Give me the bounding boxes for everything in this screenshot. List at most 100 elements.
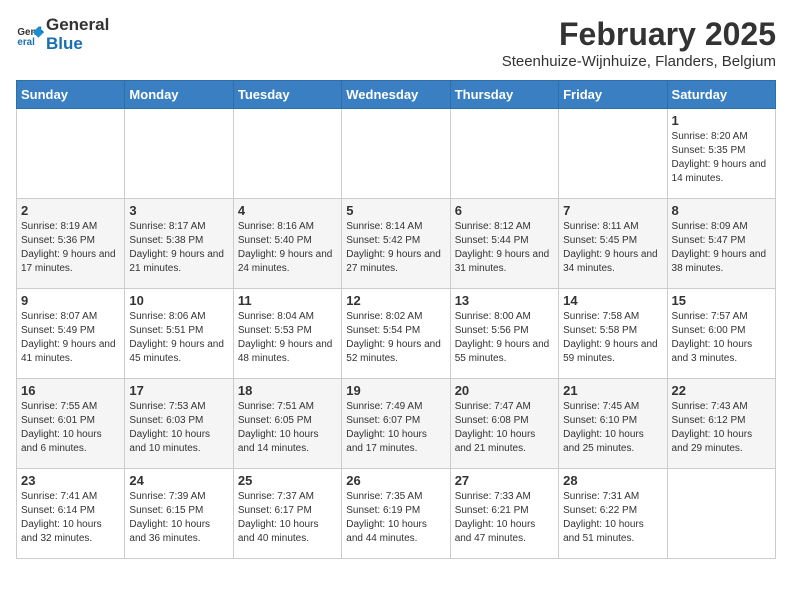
day-number: 19 <box>346 383 445 398</box>
title-area: February 2025 Steenhuize-Wijnhuize, Flan… <box>502 16 776 70</box>
day-info: Sunrise: 8:19 AM Sunset: 5:36 PM Dayligh… <box>21 220 120 276</box>
day-info: Sunrise: 7:43 AM Sunset: 6:12 PM Dayligh… <box>672 400 771 456</box>
day-number: 8 <box>672 203 771 218</box>
calendar-cell: 26 Sunrise: 7:35 AM Sunset: 6:19 PM Dayli… <box>342 469 450 559</box>
calendar-cell: 22 Sunrise: 7:43 AM Sunset: 6:12 PM Dayli… <box>667 379 775 469</box>
calendar-cell: 25Sunrise: 7:37 AM Sunset: 6:17 PM Dayli… <box>233 469 341 559</box>
calendar-week-1: 1Sunrise: 8:20 AM Sunset: 5:35 PM Daylig… <box>17 109 776 199</box>
day-info: Sunrise: 8:14 AM Sunset: 5:42 PM Dayligh… <box>346 220 445 276</box>
day-info: Sunrise: 8:00 AM Sunset: 5:56 PM Dayligh… <box>455 310 554 366</box>
day-number: 2 <box>21 203 120 218</box>
calendar-cell: 21 Sunrise: 7:45 AM Sunset: 6:10 PM Dayli… <box>559 379 667 469</box>
day-info: Sunrise: 8:04 AM Sunset: 5:53 PM Dayligh… <box>238 310 337 366</box>
calendar-cell: 10Sunrise: 8:06 AM Sunset: 5:51 PM Dayli… <box>125 289 233 379</box>
calendar-cell <box>667 469 775 559</box>
calendar-cell: 5 Sunrise: 8:14 AM Sunset: 5:42 PM Daylig… <box>342 199 450 289</box>
day-info: Sunrise: 7:51 AM Sunset: 6:05 PM Dayligh… <box>238 400 337 456</box>
day-info: Sunrise: 8:12 AM Sunset: 5:44 PM Dayligh… <box>455 220 554 276</box>
calendar-cell: 13 Sunrise: 8:00 AM Sunset: 5:56 PM Dayli… <box>450 289 558 379</box>
calendar-body: 1Sunrise: 8:20 AM Sunset: 5:35 PM Daylig… <box>17 109 776 559</box>
day-info: Sunrise: 7:57 AM Sunset: 6:00 PM Dayligh… <box>672 310 771 366</box>
calendar-cell: 16 Sunrise: 7:55 AM Sunset: 6:01 PM Dayli… <box>17 379 125 469</box>
day-number: 4 <box>238 203 337 218</box>
col-tuesday: Tuesday <box>233 81 341 109</box>
day-number: 28 <box>563 473 662 488</box>
calendar-cell: 8 Sunrise: 8:09 AM Sunset: 5:47 PM Daylig… <box>667 199 775 289</box>
calendar-cell: 19 Sunrise: 7:49 AM Sunset: 6:07 PM Dayli… <box>342 379 450 469</box>
calendar-cell: 2 Sunrise: 8:19 AM Sunset: 5:36 PM Daylig… <box>17 199 125 289</box>
day-info: Sunrise: 8:09 AM Sunset: 5:47 PM Dayligh… <box>672 220 771 276</box>
day-number: 11 <box>238 293 337 308</box>
day-number: 18 <box>238 383 337 398</box>
calendar-cell: 23Sunrise: 7:41 AM Sunset: 6:14 PM Dayli… <box>17 469 125 559</box>
calendar-cell <box>559 109 667 199</box>
day-number: 26 <box>346 473 445 488</box>
day-info: Sunrise: 7:45 AM Sunset: 6:10 PM Dayligh… <box>563 400 662 456</box>
calendar-cell <box>17 109 125 199</box>
day-number: 27 <box>455 473 554 488</box>
day-info: Sunrise: 7:41 AM Sunset: 6:14 PM Dayligh… <box>21 490 120 546</box>
day-info: Sunrise: 7:49 AM Sunset: 6:07 PM Dayligh… <box>346 400 445 456</box>
calendar-cell: 1Sunrise: 8:20 AM Sunset: 5:35 PM Daylig… <box>667 109 775 199</box>
subtitle: Steenhuize-Wijnhuize, Flanders, Belgium <box>502 53 776 70</box>
day-info: Sunrise: 8:17 AM Sunset: 5:38 PM Dayligh… <box>129 220 228 276</box>
calendar-header: Sunday Monday Tuesday Wednesday Thursday… <box>17 81 776 109</box>
col-sunday: Sunday <box>17 81 125 109</box>
calendar-cell: 9 Sunrise: 8:07 AM Sunset: 5:49 PM Daylig… <box>17 289 125 379</box>
calendar-cell: 24 Sunrise: 7:39 AM Sunset: 6:15 PM Dayli… <box>125 469 233 559</box>
calendar-cell: 4 Sunrise: 8:16 AM Sunset: 5:40 PM Daylig… <box>233 199 341 289</box>
day-info: Sunrise: 8:11 AM Sunset: 5:45 PM Dayligh… <box>563 220 662 276</box>
day-info: Sunrise: 7:53 AM Sunset: 6:03 PM Dayligh… <box>129 400 228 456</box>
calendar-week-4: 16 Sunrise: 7:55 AM Sunset: 6:01 PM Dayli… <box>17 379 776 469</box>
day-number: 20 <box>455 383 554 398</box>
day-number: 10 <box>129 293 228 308</box>
day-info: Sunrise: 7:55 AM Sunset: 6:01 PM Dayligh… <box>21 400 120 456</box>
day-number: 24 <box>129 473 228 488</box>
calendar-cell: 3 Sunrise: 8:17 AM Sunset: 5:38 PM Daylig… <box>125 199 233 289</box>
calendar-cell: 20 Sunrise: 7:47 AM Sunset: 6:08 PM Dayli… <box>450 379 558 469</box>
day-info: Sunrise: 8:16 AM Sunset: 5:40 PM Dayligh… <box>238 220 337 276</box>
day-info: Sunrise: 7:47 AM Sunset: 6:08 PM Dayligh… <box>455 400 554 456</box>
calendar-cell <box>342 109 450 199</box>
day-number: 14 <box>563 293 662 308</box>
day-number: 13 <box>455 293 554 308</box>
calendar-week-3: 9 Sunrise: 8:07 AM Sunset: 5:49 PM Daylig… <box>17 289 776 379</box>
calendar-cell <box>125 109 233 199</box>
day-info: Sunrise: 7:35 AM Sunset: 6:19 PM Dayligh… <box>346 490 445 546</box>
day-number: 3 <box>129 203 228 218</box>
day-number: 25 <box>238 473 337 488</box>
day-number: 17 <box>129 383 228 398</box>
col-wednesday: Wednesday <box>342 81 450 109</box>
calendar-cell: 28Sunrise: 7:31 AM Sunset: 6:22 PM Dayli… <box>559 469 667 559</box>
calendar-cell: 15 Sunrise: 7:57 AM Sunset: 6:00 PM Dayli… <box>667 289 775 379</box>
day-number: 22 <box>672 383 771 398</box>
col-thursday: Thursday <box>450 81 558 109</box>
header: Gen eral General Blue February 2025 Stee… <box>16 16 776 70</box>
day-info: Sunrise: 7:39 AM Sunset: 6:15 PM Dayligh… <box>129 490 228 546</box>
day-number: 12 <box>346 293 445 308</box>
calendar-cell: 12Sunrise: 8:02 AM Sunset: 5:54 PM Dayli… <box>342 289 450 379</box>
col-monday: Monday <box>125 81 233 109</box>
day-number: 16 <box>21 383 120 398</box>
svg-text:eral: eral <box>17 36 35 47</box>
col-friday: Friday <box>559 81 667 109</box>
col-saturday: Saturday <box>667 81 775 109</box>
day-number: 9 <box>21 293 120 308</box>
calendar-cell: 18 Sunrise: 7:51 AM Sunset: 6:05 PM Dayli… <box>233 379 341 469</box>
calendar-cell: 27Sunrise: 7:33 AM Sunset: 6:21 PM Dayli… <box>450 469 558 559</box>
day-number: 21 <box>563 383 662 398</box>
day-number: 6 <box>455 203 554 218</box>
day-info: Sunrise: 8:07 AM Sunset: 5:49 PM Dayligh… <box>21 310 120 366</box>
calendar-week-5: 23Sunrise: 7:41 AM Sunset: 6:14 PM Dayli… <box>17 469 776 559</box>
day-number: 5 <box>346 203 445 218</box>
calendar-cell: 11 Sunrise: 8:04 AM Sunset: 5:53 PM Dayli… <box>233 289 341 379</box>
calendar-cell: 14Sunrise: 7:58 AM Sunset: 5:58 PM Dayli… <box>559 289 667 379</box>
calendar-cell: 17 Sunrise: 7:53 AM Sunset: 6:03 PM Dayli… <box>125 379 233 469</box>
calendar-cell <box>233 109 341 199</box>
main-title: February 2025 <box>502 16 776 53</box>
day-number: 15 <box>672 293 771 308</box>
calendar-cell: 7 Sunrise: 8:11 AM Sunset: 5:45 PM Daylig… <box>559 199 667 289</box>
calendar-cell: 6 Sunrise: 8:12 AM Sunset: 5:44 PM Daylig… <box>450 199 558 289</box>
day-number: 7 <box>563 203 662 218</box>
header-row: Sunday Monday Tuesday Wednesday Thursday… <box>17 81 776 109</box>
